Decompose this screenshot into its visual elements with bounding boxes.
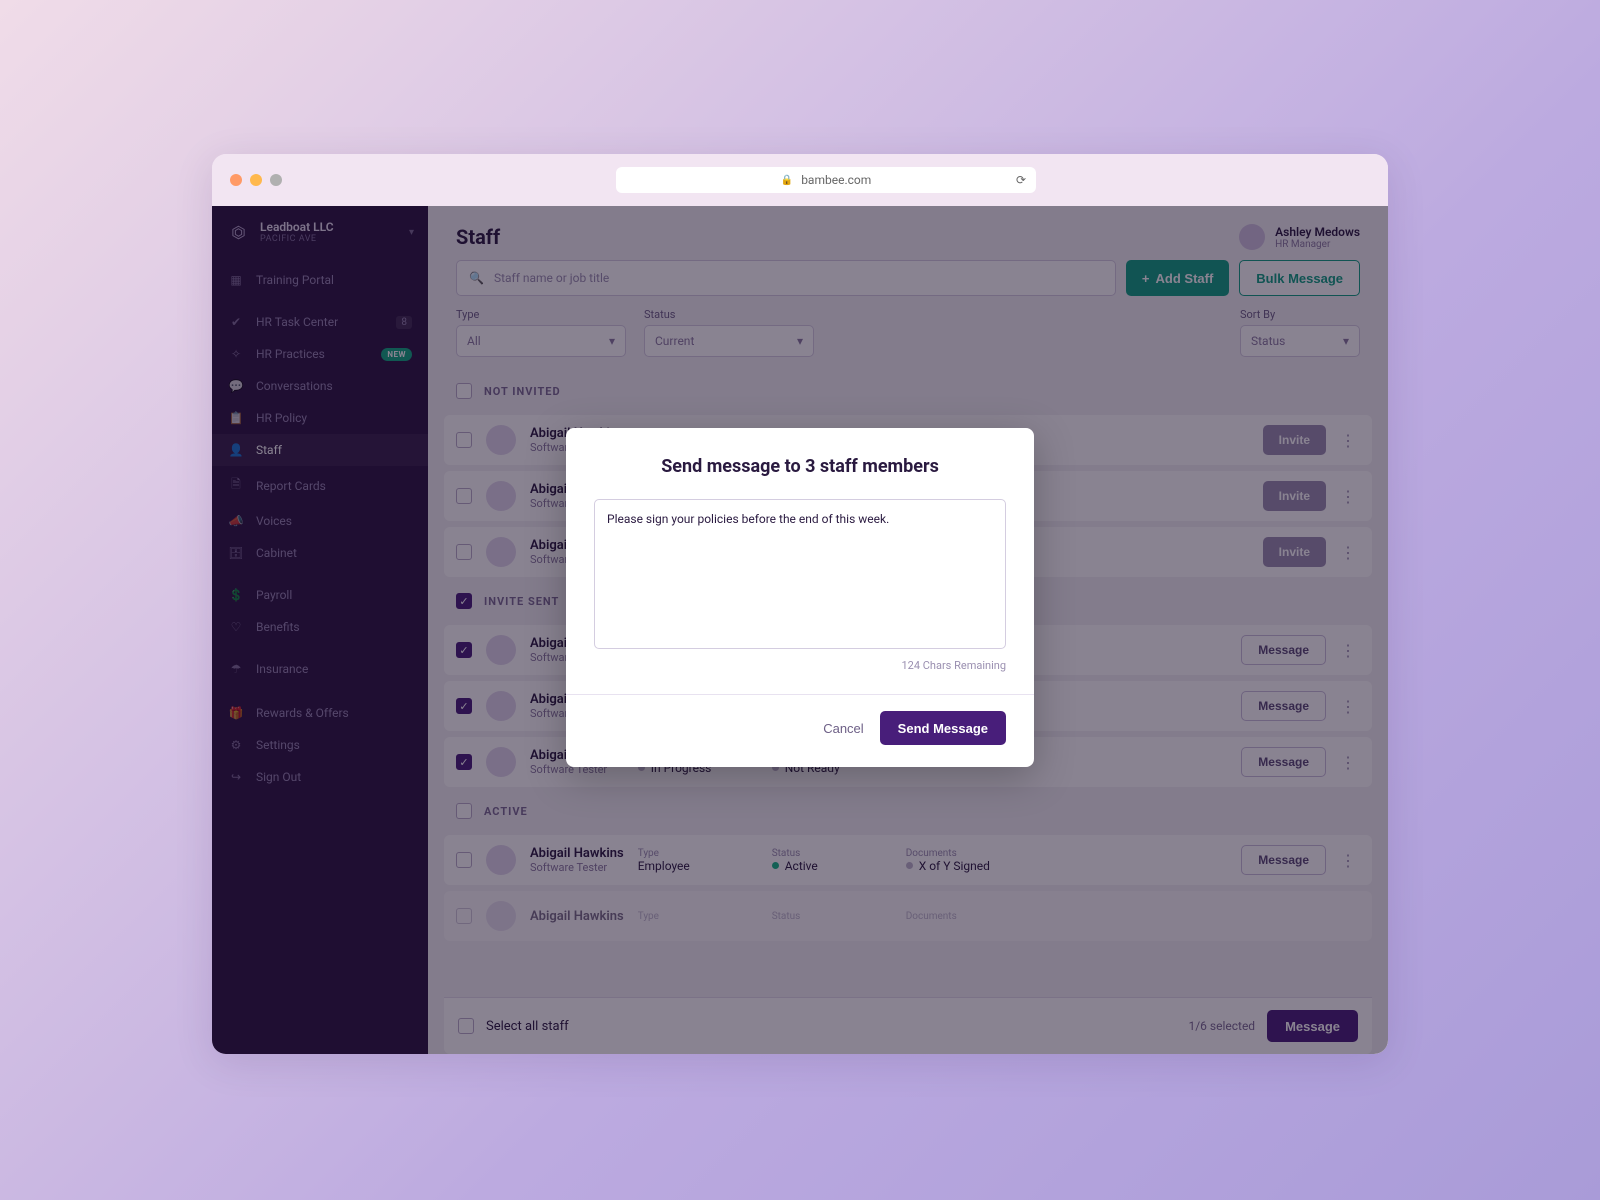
- address-bar[interactable]: 🔒 bambee.com ⟳: [616, 167, 1036, 193]
- send-message-button[interactable]: Send Message: [880, 711, 1006, 745]
- maximize-window-icon[interactable]: [270, 174, 282, 186]
- lock-icon: 🔒: [781, 175, 793, 186]
- close-window-icon[interactable]: [230, 174, 242, 186]
- reload-icon[interactable]: ⟳: [1016, 173, 1026, 187]
- url-text: bambee.com: [801, 173, 871, 187]
- divider: [566, 694, 1034, 695]
- cancel-button[interactable]: Cancel: [823, 721, 863, 736]
- window-controls: [230, 174, 282, 186]
- browser-window: 🔒 bambee.com ⟳ Leadboat LLC PACIFIC AVE …: [212, 154, 1388, 1054]
- char-counter: 124 Chars Remaining: [594, 659, 1006, 672]
- message-textarea[interactable]: [594, 499, 1006, 649]
- titlebar: 🔒 bambee.com ⟳: [212, 154, 1388, 206]
- modal-title: Send message to 3 staff members: [594, 456, 1006, 477]
- minimize-window-icon[interactable]: [250, 174, 262, 186]
- send-message-modal: Send message to 3 staff members 124 Char…: [566, 428, 1034, 767]
